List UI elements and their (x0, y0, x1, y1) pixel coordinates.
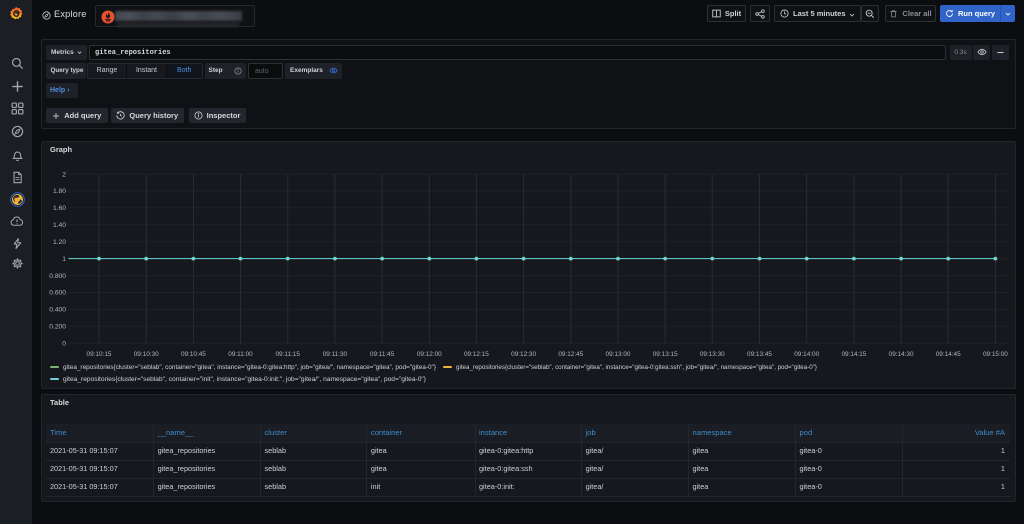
svg-text:09:11:45: 09:11:45 (370, 351, 395, 358)
svg-text:09:14:45: 09:14:45 (936, 351, 961, 358)
svg-text:09:13:30: 09:13:30 (700, 351, 725, 358)
svg-text:gitea_repositories{cluster="se: gitea_repositories{cluster="seblab", con… (456, 364, 818, 371)
svg-text:09:14:00: 09:14:00 (794, 351, 819, 358)
svg-text:09:13:00: 09:13:00 (606, 351, 631, 358)
svg-text:gitea_repositories{cluster="se: gitea_repositories{cluster="seblab", con… (63, 364, 437, 371)
svg-text:gitea_repositories{cluster="se: gitea_repositories{cluster="seblab", con… (63, 376, 427, 383)
svg-text:1.80: 1.80 (53, 188, 66, 195)
svg-text:09:10:15: 09:10:15 (87, 351, 112, 358)
svg-text:09:11:00: 09:11:00 (228, 351, 253, 358)
svg-text:09:12:15: 09:12:15 (464, 351, 489, 358)
svg-text:09:11:15: 09:11:15 (275, 351, 300, 358)
svg-text:09:15:00: 09:15:00 (983, 351, 1008, 358)
svg-text:2: 2 (62, 171, 66, 178)
svg-text:09:10:30: 09:10:30 (134, 351, 159, 358)
svg-text:0.800: 0.800 (49, 273, 66, 280)
svg-text:1: 1 (62, 256, 66, 263)
svg-text:09:12:30: 09:12:30 (511, 351, 536, 358)
svg-text:09:14:15: 09:14:15 (841, 351, 866, 358)
svg-text:0.200: 0.200 (49, 324, 66, 331)
svg-text:0.600: 0.600 (49, 290, 66, 297)
svg-text:09:13:15: 09:13:15 (653, 351, 678, 358)
svg-text:09:11:30: 09:11:30 (323, 351, 348, 358)
svg-text:1.60: 1.60 (53, 205, 66, 212)
svg-text:1.40: 1.40 (53, 222, 66, 229)
svg-text:0.400: 0.400 (49, 307, 66, 314)
svg-text:09:12:00: 09:12:00 (417, 351, 442, 358)
svg-text:0: 0 (62, 340, 66, 347)
svg-text:09:10:45: 09:10:45 (181, 351, 206, 358)
svg-text:09:14:30: 09:14:30 (889, 351, 914, 358)
svg-text:09:13:45: 09:13:45 (747, 351, 772, 358)
svg-text:1.20: 1.20 (53, 239, 66, 246)
svg-text:09:12:45: 09:12:45 (558, 351, 583, 358)
